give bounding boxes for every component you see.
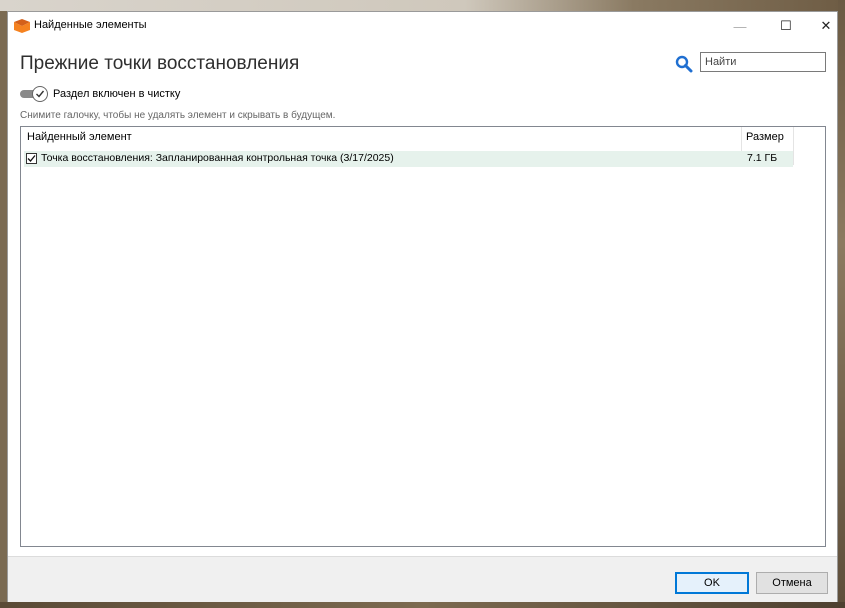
- row-item-size: 7.1 ГБ: [747, 152, 778, 164]
- window-title: Найденные элементы: [34, 19, 147, 31]
- table-row[interactable]: Точка восстановления: Запланированная ко…: [24, 151, 793, 167]
- hint-text: Снимите галочку, чтобы не удалять элемен…: [20, 110, 336, 121]
- found-items-table[interactable]: Найденный элемент Размер Точка восстанов…: [20, 126, 826, 547]
- page-title: Прежние точки восстановления: [20, 53, 300, 74]
- column-header-item[interactable]: Найденный элемент: [27, 131, 132, 149]
- found-items-dialog: Найденные элементы — ☐ ✕ Прежние точки в…: [7, 11, 838, 602]
- column-header-size[interactable]: Размер: [746, 131, 784, 149]
- desktop-background-bottom: [0, 602, 845, 608]
- maximize-button[interactable]: ☐: [768, 12, 804, 40]
- checkmark-icon: [27, 155, 36, 162]
- desktop-background-right: [838, 0, 845, 608]
- section-toggle[interactable]: [20, 86, 50, 102]
- checkmark-icon: [32, 86, 48, 102]
- ccleaner-icon: [14, 19, 30, 33]
- search-icon[interactable]: [675, 55, 693, 73]
- cancel-button[interactable]: Отмена: [756, 572, 828, 594]
- dialog-footer: OK Отмена: [8, 556, 837, 602]
- column-divider[interactable]: [793, 127, 794, 165]
- desktop-background-top: [0, 0, 845, 11]
- close-button[interactable]: ✕: [808, 12, 844, 40]
- row-item-name: Точка восстановления: Запланированная ко…: [41, 152, 394, 164]
- ok-button[interactable]: OK: [675, 572, 749, 594]
- minimize-button[interactable]: —: [722, 12, 758, 40]
- title-bar[interactable]: Найденные элементы — ☐ ✕: [8, 12, 837, 40]
- section-toggle-label: Раздел включен в чистку: [53, 88, 181, 100]
- search-input[interactable]: [700, 52, 826, 72]
- row-checkbox[interactable]: [26, 153, 37, 164]
